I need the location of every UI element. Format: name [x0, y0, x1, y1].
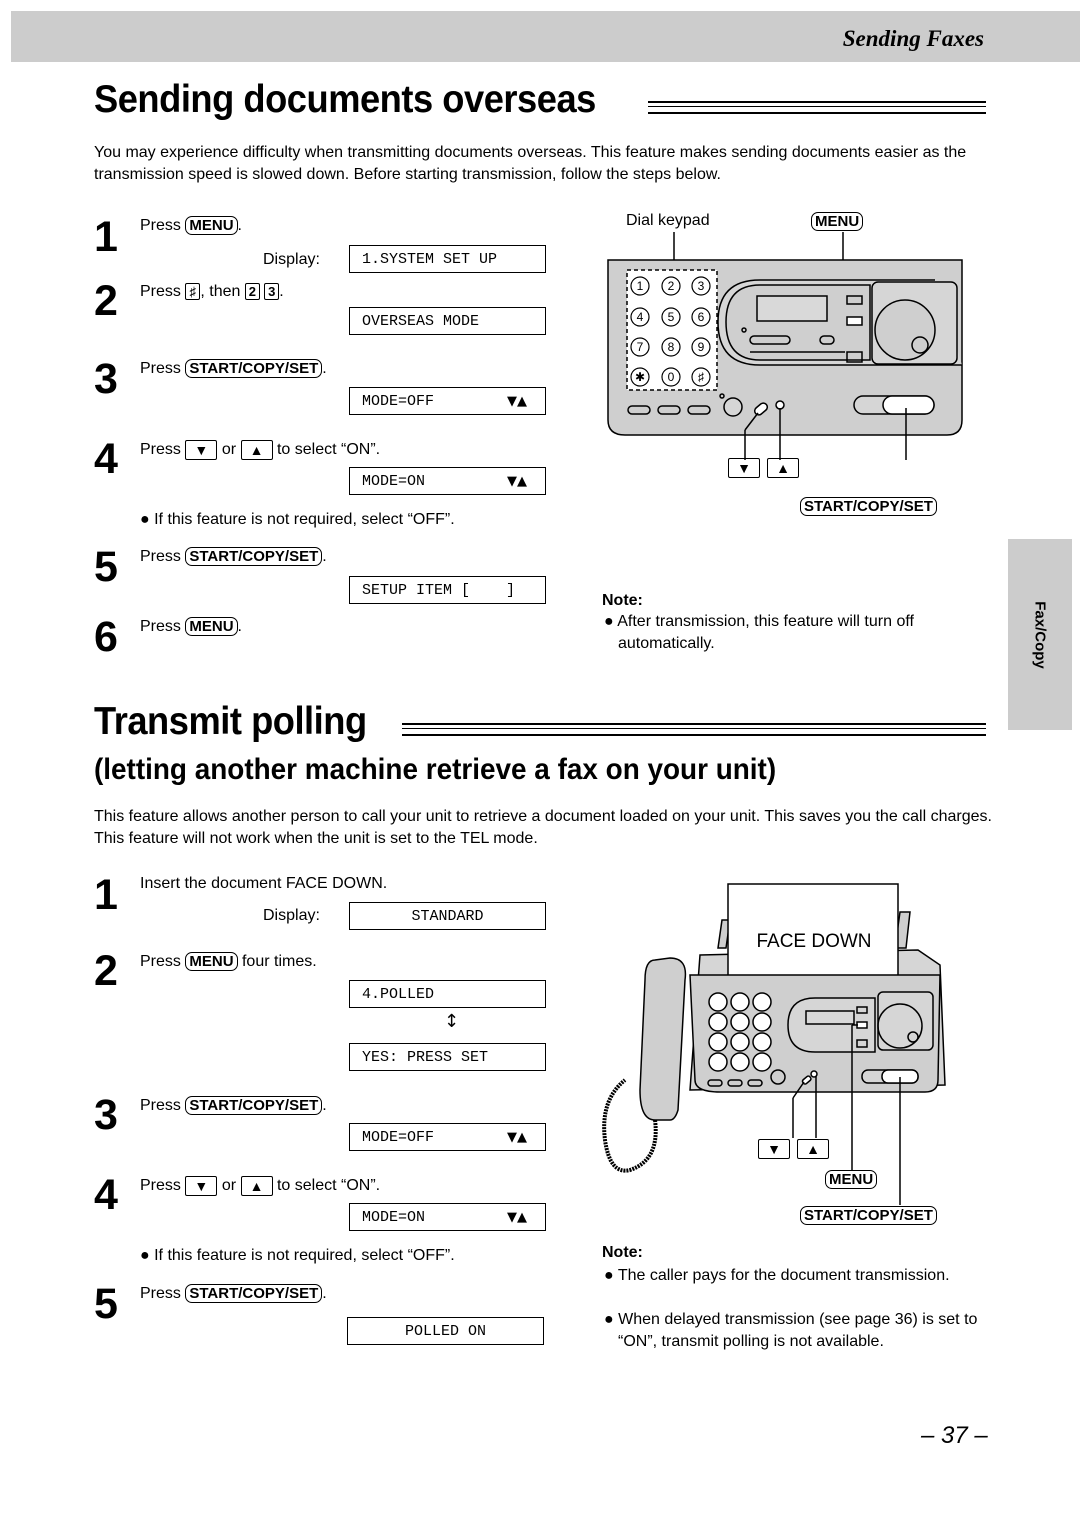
step-number: 3 — [94, 355, 118, 403]
down-arrow-label: ▼ — [728, 458, 760, 478]
bullet-item: ● If this feature is not required, selec… — [140, 1247, 455, 1264]
keypad-key: 4 — [637, 310, 644, 324]
step-2-text: Press MENU four times. — [140, 952, 317, 971]
hash-key: ♯ — [185, 283, 201, 301]
step-number: 1 — [94, 213, 118, 261]
polling-subtitle: (letting another machine retrieve a fax … — [94, 753, 777, 786]
overseas-title: Sending documents overseas — [94, 78, 596, 121]
fax-machine-diagram: FACE DOWN — [602, 883, 946, 1205]
down-arrow-label: ▼ — [758, 1139, 790, 1159]
lcd-display: OVERSEAS MODE — [349, 307, 546, 335]
keypad-key: 1 — [637, 279, 644, 293]
lcd-display: MODE=ON ▼▲ — [349, 467, 546, 495]
polling-title: Transmit polling — [94, 700, 367, 743]
lcd-display: MODE=OFF ▼▲ — [349, 1123, 546, 1151]
step-1-text: Press MENU. — [140, 216, 242, 235]
step-3-text: Press START/COPY/SET. — [140, 1096, 327, 1115]
menu-key: MENU — [185, 952, 238, 971]
step-number: 6 — [94, 613, 118, 661]
start-copy-set-label: START/COPY/SET — [800, 497, 937, 516]
display-label: Display: — [263, 907, 320, 924]
step-number: 1 — [94, 871, 118, 919]
menu-label: MENU — [825, 1170, 878, 1189]
digit-key: 2 — [244, 283, 260, 301]
up-arrow-label: ▲ — [767, 458, 799, 478]
lcd-display: POLLED ON — [347, 1317, 544, 1345]
keypad-key: 3 — [698, 279, 705, 293]
keypad-key: 9 — [698, 340, 705, 354]
section-title: Sending Faxes — [842, 26, 984, 51]
face-down-label: FACE DOWN — [756, 931, 871, 952]
lcd-display: 4.POLLED — [349, 980, 546, 1008]
title-rule — [648, 101, 986, 114]
title-rule — [402, 723, 986, 736]
down-arrow-key: ▼ — [185, 440, 218, 460]
arrow-icons: ▼▲ — [507, 1210, 527, 1225]
page-number: – 37 – — [921, 1422, 988, 1449]
up-arrow-key: ▲ — [240, 1176, 273, 1196]
overseas-intro: You may experience difficulty when trans… — [94, 144, 967, 183]
polling-intro: This feature allows another person to ca… — [94, 808, 992, 847]
step-number: 5 — [94, 1280, 118, 1328]
step-3-text: Press START/COPY/SET. — [140, 359, 327, 378]
start-copy-set-key: START/COPY/SET — [185, 1096, 323, 1115]
lcd-display: SETUP ITEM [ ] — [349, 576, 546, 604]
lcd-display: STANDARD — [349, 902, 546, 930]
keypad-key: 5 — [668, 310, 675, 324]
step-number: 3 — [94, 1091, 118, 1139]
start-copy-set-key: START/COPY/SET — [185, 359, 323, 378]
step-5-text: Press START/COPY/SET. — [140, 1284, 327, 1303]
fax-control-panel-diagram: 1 2 3 4 5 6 7 8 9 ✱ 0 ♯ — [607, 232, 963, 460]
arrow-icons: ▼▲ — [507, 1130, 527, 1145]
start-copy-set-key: START/COPY/SET — [185, 547, 323, 566]
note-title: Note: — [602, 592, 643, 609]
arrow-icons: ▼▲ — [507, 394, 527, 409]
side-tab-label: Fax/Copy — [1031, 600, 1049, 669]
menu-key: MENU — [185, 216, 238, 235]
note-item: ● When delayed transmission (see page 36… — [604, 1311, 978, 1350]
step-number: 2 — [94, 277, 118, 325]
step-number: 4 — [94, 1171, 118, 1219]
display-label: Display: — [263, 251, 320, 268]
lcd-display: YES: PRESS SET — [349, 1043, 546, 1071]
down-arrow-key: ▼ — [185, 1176, 218, 1196]
side-tab: Fax/Copy — [1008, 539, 1072, 730]
lcd-display: 1.SYSTEM SET UP — [349, 245, 546, 273]
step-1-text: Insert the document FACE DOWN. — [140, 875, 388, 892]
step-5-text: Press START/COPY/SET. — [140, 547, 327, 566]
note-item: ● After transmission, this feature will … — [604, 613, 914, 652]
keypad-key: 0 — [668, 370, 675, 384]
dial-keypad-label: Dial keypad — [626, 212, 710, 229]
step-number: 2 — [94, 947, 118, 995]
start-copy-set-label: START/COPY/SET — [800, 1206, 937, 1225]
step-4-text: Press ▼ or ▲ to select “ON”. — [140, 440, 381, 460]
lcd-display: MODE=ON ▼▲ — [349, 1203, 546, 1231]
keypad-key: 2 — [668, 279, 675, 293]
keypad-key: ♯ — [698, 370, 704, 384]
keypad-key: 8 — [668, 340, 675, 354]
step-2-text: Press ♯, then 2 3. — [140, 283, 284, 301]
start-copy-set-key: START/COPY/SET — [185, 1284, 323, 1303]
keypad-key: ✱ — [635, 370, 645, 384]
step-4-text: Press ▼ or ▲ to select “ON”. — [140, 1176, 381, 1196]
keypad-key: 7 — [637, 340, 644, 354]
menu-key: MENU — [185, 617, 238, 636]
arrow-icons: ▼▲ — [507, 474, 527, 489]
note-item: ● The caller pays for the document trans… — [604, 1267, 950, 1284]
digit-key: 3 — [264, 283, 280, 301]
lcd-display: MODE=OFF ▼▲ — [349, 387, 546, 415]
step-number: 5 — [94, 543, 118, 591]
keypad-key: 6 — [698, 310, 705, 324]
step-number: 4 — [94, 435, 118, 483]
menu-label: MENU — [811, 212, 864, 231]
bullet-item: ● If this feature is not required, selec… — [140, 511, 455, 528]
step-6-text: Press MENU. — [140, 617, 242, 636]
up-arrow-label: ▲ — [797, 1139, 829, 1159]
note-title: Note: — [602, 1244, 643, 1261]
swap-arrow-icon: ↕ — [444, 1011, 460, 1032]
up-arrow-key: ▲ — [240, 440, 273, 460]
